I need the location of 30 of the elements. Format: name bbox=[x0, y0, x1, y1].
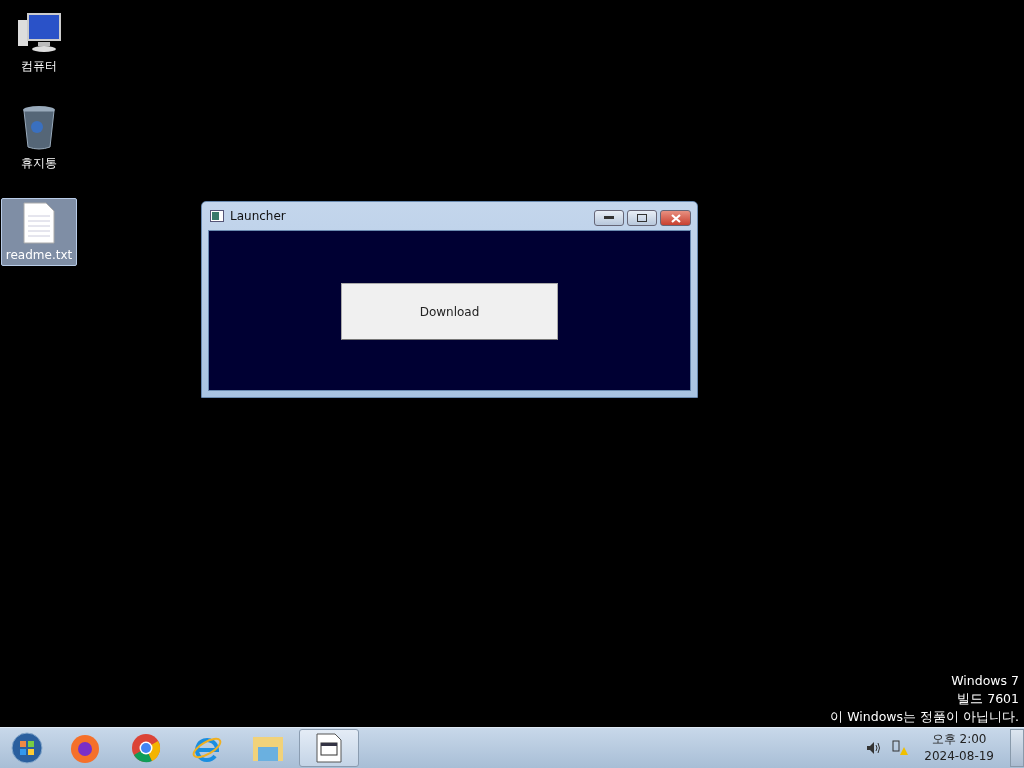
close-button[interactable] bbox=[660, 210, 691, 226]
minimize-icon bbox=[604, 216, 614, 220]
speaker-icon[interactable] bbox=[866, 741, 883, 755]
watermark-text: Windows 7 bbox=[951, 672, 1019, 690]
close-icon bbox=[670, 213, 681, 223]
app-taskbar-button[interactable] bbox=[299, 729, 359, 767]
app-window-icon bbox=[316, 733, 342, 763]
desktop-icon[interactable]: 휴지통 bbox=[1, 101, 77, 176]
clock-date: 2024-08-19 bbox=[924, 748, 994, 765]
computer-icon bbox=[16, 12, 62, 54]
network-warning-icon[interactable] bbox=[892, 740, 909, 756]
clock[interactable]: 오후 2:00 2024-08-19 bbox=[918, 731, 1000, 765]
desktop-icon-label: 컴퓨터 bbox=[21, 58, 57, 75]
chrome-icon bbox=[130, 732, 162, 764]
app-icon bbox=[210, 210, 224, 222]
maximize-button[interactable] bbox=[627, 210, 657, 226]
desktop-icon-label: 휴지통 bbox=[21, 155, 57, 172]
clock-time: 오후 2:00 bbox=[931, 731, 987, 748]
desktop-icon-label: readme.txt bbox=[5, 248, 73, 262]
watermark-text: 이 Windows는 정품이 아닙니다. bbox=[830, 708, 1019, 726]
download-button[interactable]: Download bbox=[341, 283, 558, 340]
watermark-text: 빌드 7601 bbox=[957, 690, 1019, 708]
trash-bin-icon bbox=[21, 105, 57, 151]
firefox-icon bbox=[69, 732, 101, 764]
text-file-icon bbox=[22, 202, 56, 244]
minimize-button[interactable] bbox=[594, 210, 624, 226]
maximize-icon bbox=[637, 214, 647, 222]
windows-logo-icon bbox=[11, 732, 43, 764]
desktop-icon[interactable]: 컴퓨터 bbox=[1, 8, 77, 79]
window-title: Launcher bbox=[230, 209, 286, 223]
